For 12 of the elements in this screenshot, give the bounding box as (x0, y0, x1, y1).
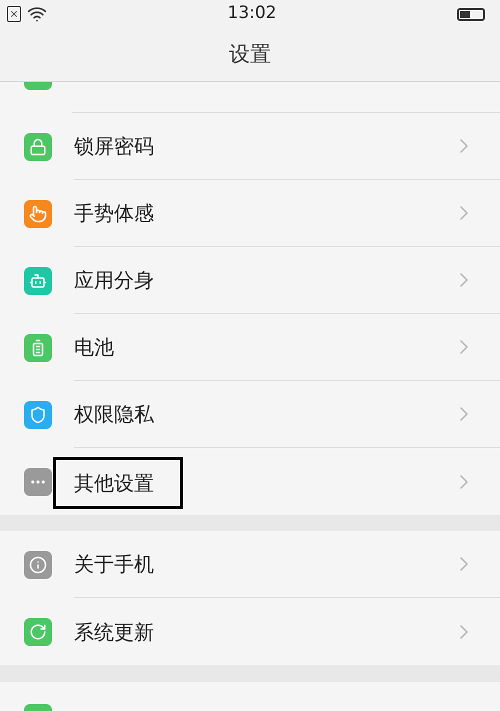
no-sim-icon (7, 6, 21, 22)
page-title: 设置 (229, 40, 271, 68)
menu-item-label[interactable]: 关于手机 (74, 549, 154, 579)
status-time: 13:02 (228, 2, 276, 26)
menu-item-label[interactable]: 电池 (74, 332, 114, 362)
menu-item-label[interactable]: 手势体感 (74, 198, 154, 228)
app-icon (24, 704, 52, 711)
menu-item-label[interactable]: 系统更新 (74, 616, 154, 646)
menu-item-label[interactable]: 锁屏密码 (74, 131, 154, 161)
menu-item-label[interactable]: 权限隐私 (74, 399, 154, 429)
battery-status-icon (457, 8, 485, 20)
menu-item-label[interactable]: 应用分身 (74, 265, 154, 295)
